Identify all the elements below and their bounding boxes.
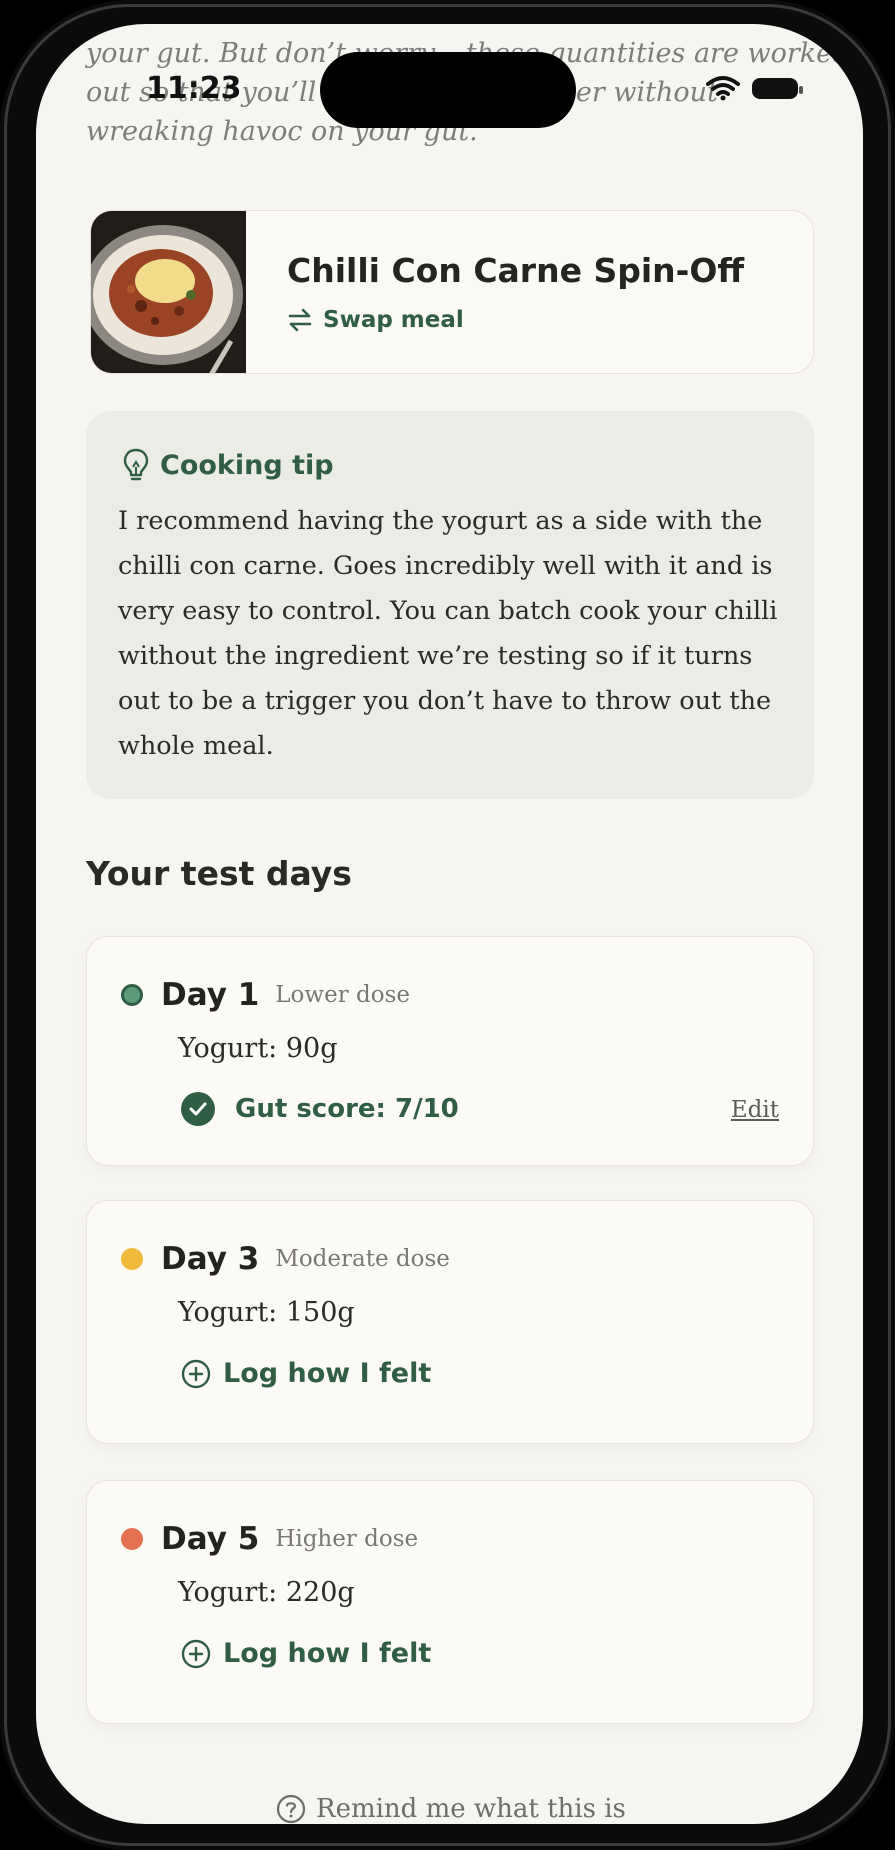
day-name: Day 1 — [161, 977, 260, 1013]
dose-label: Moderate dose — [275, 1246, 450, 1272]
dose-amount: Yogurt: 90g — [178, 1033, 338, 1064]
swap-arrows-icon — [288, 308, 312, 332]
day-card-5: Day 5 Higher dose Yogurt: 220g Log how I… — [86, 1480, 814, 1724]
dose-label: Higher dose — [275, 1526, 419, 1552]
status-time: 11:23 — [146, 71, 242, 106]
day-name: Day 5 — [161, 1521, 260, 1557]
day-header: Day 5 Higher dose — [121, 1521, 418, 1557]
chilli-con-carne-photo — [91, 211, 246, 373]
log-how-i-felt-button[interactable]: Log how I felt — [181, 1638, 431, 1669]
day-name: Day 3 — [161, 1241, 260, 1277]
swap-meal-label: Swap meal — [323, 307, 464, 333]
plus-circle-icon — [181, 1359, 211, 1388]
wifi-icon — [706, 76, 740, 101]
meal-card[interactable]: Chilli Con Carne Spin-Off Swap meal — [90, 210, 814, 374]
cooking-tip-card: Cooking tip I recommend having the yogur… — [86, 411, 814, 799]
lightbulb-icon — [123, 448, 149, 481]
checkmark-icon — [181, 1092, 215, 1126]
gut-score-row: Gut score: 7/10 — [181, 1092, 459, 1126]
battery-icon — [752, 77, 803, 99]
dose-amount: Yogurt: 150g — [178, 1297, 355, 1328]
edit-link[interactable]: Edit — [731, 1097, 779, 1123]
dose-label: Lower dose — [275, 982, 410, 1008]
gut-score: Gut score: 7/10 — [235, 1094, 459, 1124]
meal-title: Chilli Con Carne Spin-Off — [287, 251, 745, 290]
test-days-title: Your test days — [86, 854, 352, 893]
status-dot-icon — [121, 1248, 143, 1270]
tip-heading-label: Cooking tip — [160, 449, 334, 481]
question-circle-icon — [276, 1794, 306, 1824]
day-card-3: Day 3 Moderate dose Yogurt: 150g Log how… — [86, 1200, 814, 1444]
log-label: Log how I felt — [223, 1638, 432, 1669]
remind-me-link[interactable]: Remind me what this is — [276, 1794, 626, 1824]
remind-label: Remind me what this is — [316, 1794, 626, 1824]
log-label: Log how I felt — [223, 1358, 432, 1389]
tip-heading: Cooking tip — [122, 447, 334, 483]
day-card-1: Day 1 Lower dose Yogurt: 90g Gut score: … — [86, 936, 814, 1166]
status-dot-icon — [121, 984, 143, 1006]
status-dot-icon — [121, 1528, 143, 1550]
meal-photo-illustration — [91, 211, 246, 373]
plus-circle-icon — [181, 1639, 211, 1668]
log-how-i-felt-button[interactable]: Log how I felt — [181, 1358, 431, 1389]
day-header: Day 3 Moderate dose — [121, 1241, 450, 1277]
dose-amount: Yogurt: 220g — [178, 1577, 355, 1608]
swap-meal-button[interactable]: Swap meal — [287, 307, 464, 333]
app-screen: your gut. But don’t worry – these quanti… — [36, 24, 863, 1824]
day-header: Day 1 Lower dose — [121, 977, 410, 1013]
dynamic-island — [320, 52, 576, 128]
tip-body: I recommend having the yogurt as a side … — [118, 506, 778, 761]
status-icons — [706, 75, 803, 101]
phone-frame: your gut. But don’t worry – these quanti… — [0, 0, 895, 1850]
